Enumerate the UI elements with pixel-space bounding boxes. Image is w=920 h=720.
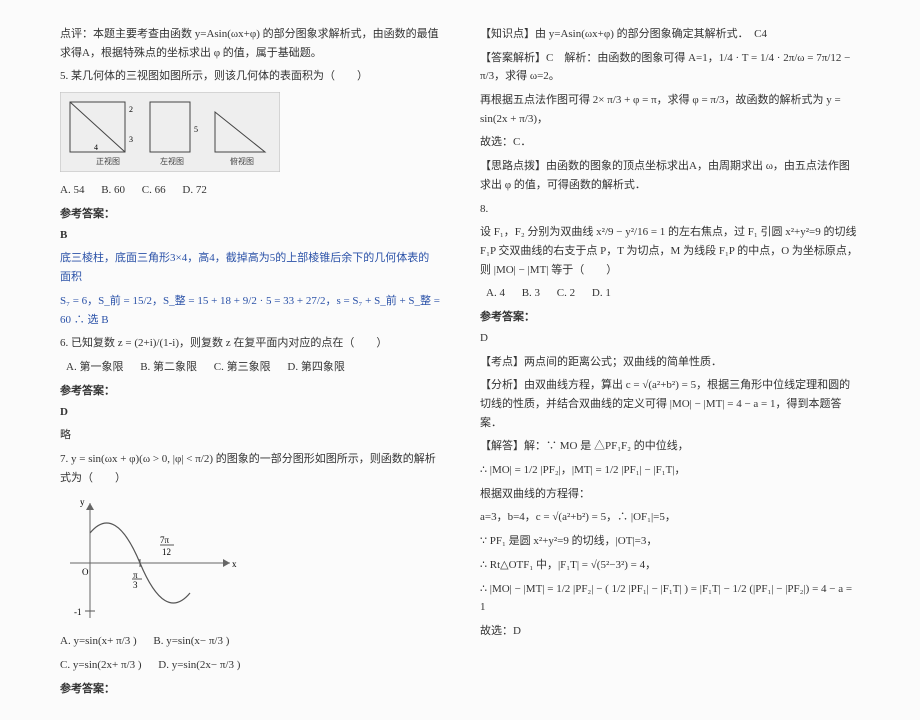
svg-text:y: y (80, 497, 85, 507)
q6-opt-a: A. 第一象限 (66, 361, 123, 373)
q5-opt-c: C. 66 (142, 184, 166, 196)
ans8-choice: D (480, 329, 860, 348)
thinking: 【思路点拨】由函数的图象的顶点坐标求出A，由周期求出 ω，由五点法作图求出 φ … (480, 157, 860, 194)
svg-text:x: x (232, 559, 237, 569)
ans5-line1: 底三棱柱，底面三角形3×4，高4，截掉高为5的上部棱锥后余下的几何体表的面积 (60, 249, 440, 286)
q7-row2: C. y=sin(2x+ π/3 ) D. y=sin(2x− π/3 ) (60, 656, 440, 675)
solve-l1: ∴ |MO| = 1/2 |PF₂|，|MT| = 1/2 |PF₁| − |F… (480, 461, 860, 480)
sine-graph: x y O π 3 7π 12 -1 (60, 493, 440, 626)
knowledge-point: 【知识点】由 y=Asin(ωx+φ) 的部分图象确定其解析式． C4 (480, 25, 860, 44)
answer-label-5: 参考答案： (60, 205, 440, 221)
q7-opt-d: D. y=sin(2x− π/3 ) (158, 659, 240, 671)
q5-stem: 5. 某几何体的三视图如图所示，则该几何体的表面积为（ ） (60, 67, 440, 86)
q8-stem: 设 F₁，F₂ 分别为双曲线 x²/9 − y²/16 = 1 的左右焦点，过 … (480, 223, 860, 279)
svg-text:3: 3 (133, 580, 138, 590)
q8-opt-a: A. 4 (486, 287, 505, 299)
q6-options: A. 第一象限 B. 第二象限 C. 第三象限 D. 第四象限 (66, 358, 440, 377)
answer-label-6: 参考答案： (60, 382, 440, 398)
solve-l3: a=3，b=4，c = √(a²+b²) = 5，∴ |OF₁|=5， (480, 508, 860, 527)
three-view-figure: 正视图 4 2 3 左视图 5 俯视图 (60, 92, 440, 175)
analysis: 【分析】由双曲线方程，算出 c = √(a²+b²) = 5，根据三角形中位线定… (480, 376, 860, 432)
right-column: 【知识点】由 y=Asin(ωx+φ) 的部分图象确定其解析式． C4 【答案解… (480, 20, 860, 700)
answer-label-7: 参考答案： (60, 680, 440, 696)
solve-l6: ∴ |MO| − |MT| = 1/2 |PF₂| − ( 1/2 |PF₁| … (480, 580, 860, 617)
ans5-choice: B (60, 226, 440, 245)
svg-text:俯视图: 俯视图 (230, 156, 254, 166)
ans6-choice: D (60, 403, 440, 422)
svg-text:左视图: 左视图 (160, 156, 184, 166)
comment-text: 点评：本题主要考查由函数 y=Asin(ωx+φ) 的部分图象求解析式，由函数的… (60, 25, 440, 62)
ans-line2: 再根据五点法作图可得 2× π/3 + φ = π，求得 φ = π/3，故函数… (480, 91, 860, 128)
q5-opt-b: B. 60 (101, 184, 125, 196)
q6-stem: 6. 已知复数 z = (2+i)/(1-i)，则复数 z 在复平面内对应的点在… (60, 334, 440, 353)
q7-row1: A. y=sin(x+ π/3 ) B. y=sin(x− π/3 ) (60, 632, 440, 651)
answer-label-8: 参考答案： (480, 308, 860, 324)
ans6-note: 略 (60, 426, 440, 445)
ans-line3: 故选：C． (480, 133, 860, 152)
q5-options: A. 54 B. 60 C. 66 D. 72 (60, 181, 440, 200)
solve-l7: 故选：D (480, 622, 860, 641)
svg-text:2: 2 (129, 105, 133, 114)
svg-text:12: 12 (162, 547, 171, 557)
svg-text:5: 5 (194, 125, 198, 134)
q7-opt-b: B. y=sin(x− π/3 ) (153, 635, 229, 647)
exam-point: 【考点】两点间的距离公式；双曲线的简单性质． (480, 353, 860, 372)
q5-opt-a: A. 54 (60, 184, 84, 196)
q8-opt-c: C. 2 (557, 287, 575, 299)
solve-label: 【解答】解：∵ MO 是 △PF₁F₂ 的中位线， (480, 437, 860, 456)
q8-options: A. 4 B. 3 C. 2 D. 1 (486, 284, 860, 303)
svg-text:7π: 7π (160, 535, 170, 545)
ans-header: 【答案解析】C 解析：由函数的图象可得 A=1，1/4 · T = 1/4 · … (480, 49, 860, 86)
q8-number: 8. (480, 200, 860, 219)
q7-stem: 7. y = sin(ωx + φ)(ω > 0, |φ| < π/2) 的图象… (60, 450, 440, 487)
q6-opt-c: C. 第三象限 (214, 361, 271, 373)
q7-opt-c: C. y=sin(2x+ π/3 ) (60, 659, 142, 671)
svg-text:O: O (82, 567, 89, 577)
q8-opt-b: B. 3 (522, 287, 540, 299)
svg-text:-1: -1 (74, 607, 82, 617)
svg-text:3: 3 (129, 135, 133, 144)
q6-opt-b: B. 第二象限 (140, 361, 197, 373)
q8-opt-d: D. 1 (592, 287, 611, 299)
solve-l2: 根据双曲线的方程得： (480, 485, 860, 504)
solve-l5: ∴ Rt△OTF₁ 中，|F₁T| = √(5²−3²) = 4， (480, 556, 860, 575)
svg-text:4: 4 (94, 143, 98, 152)
solve-l4: ∵ PF₁ 是圆 x²+y²=9 的切线，|OT|=3， (480, 532, 860, 551)
q6-opt-d: D. 第四象限 (287, 361, 344, 373)
q7-opt-a: A. y=sin(x+ π/3 ) (60, 635, 137, 647)
ans5-line2: S₇ = 6，S_前 = 15/2，S_整 = 15 + 18 + 9/2 · … (60, 292, 440, 329)
left-column: 点评：本题主要考查由函数 y=Asin(ωx+φ) 的部分图象求解析式，由函数的… (60, 20, 440, 700)
svg-text:正视图: 正视图 (96, 156, 120, 166)
q5-opt-d: D. 72 (182, 184, 206, 196)
